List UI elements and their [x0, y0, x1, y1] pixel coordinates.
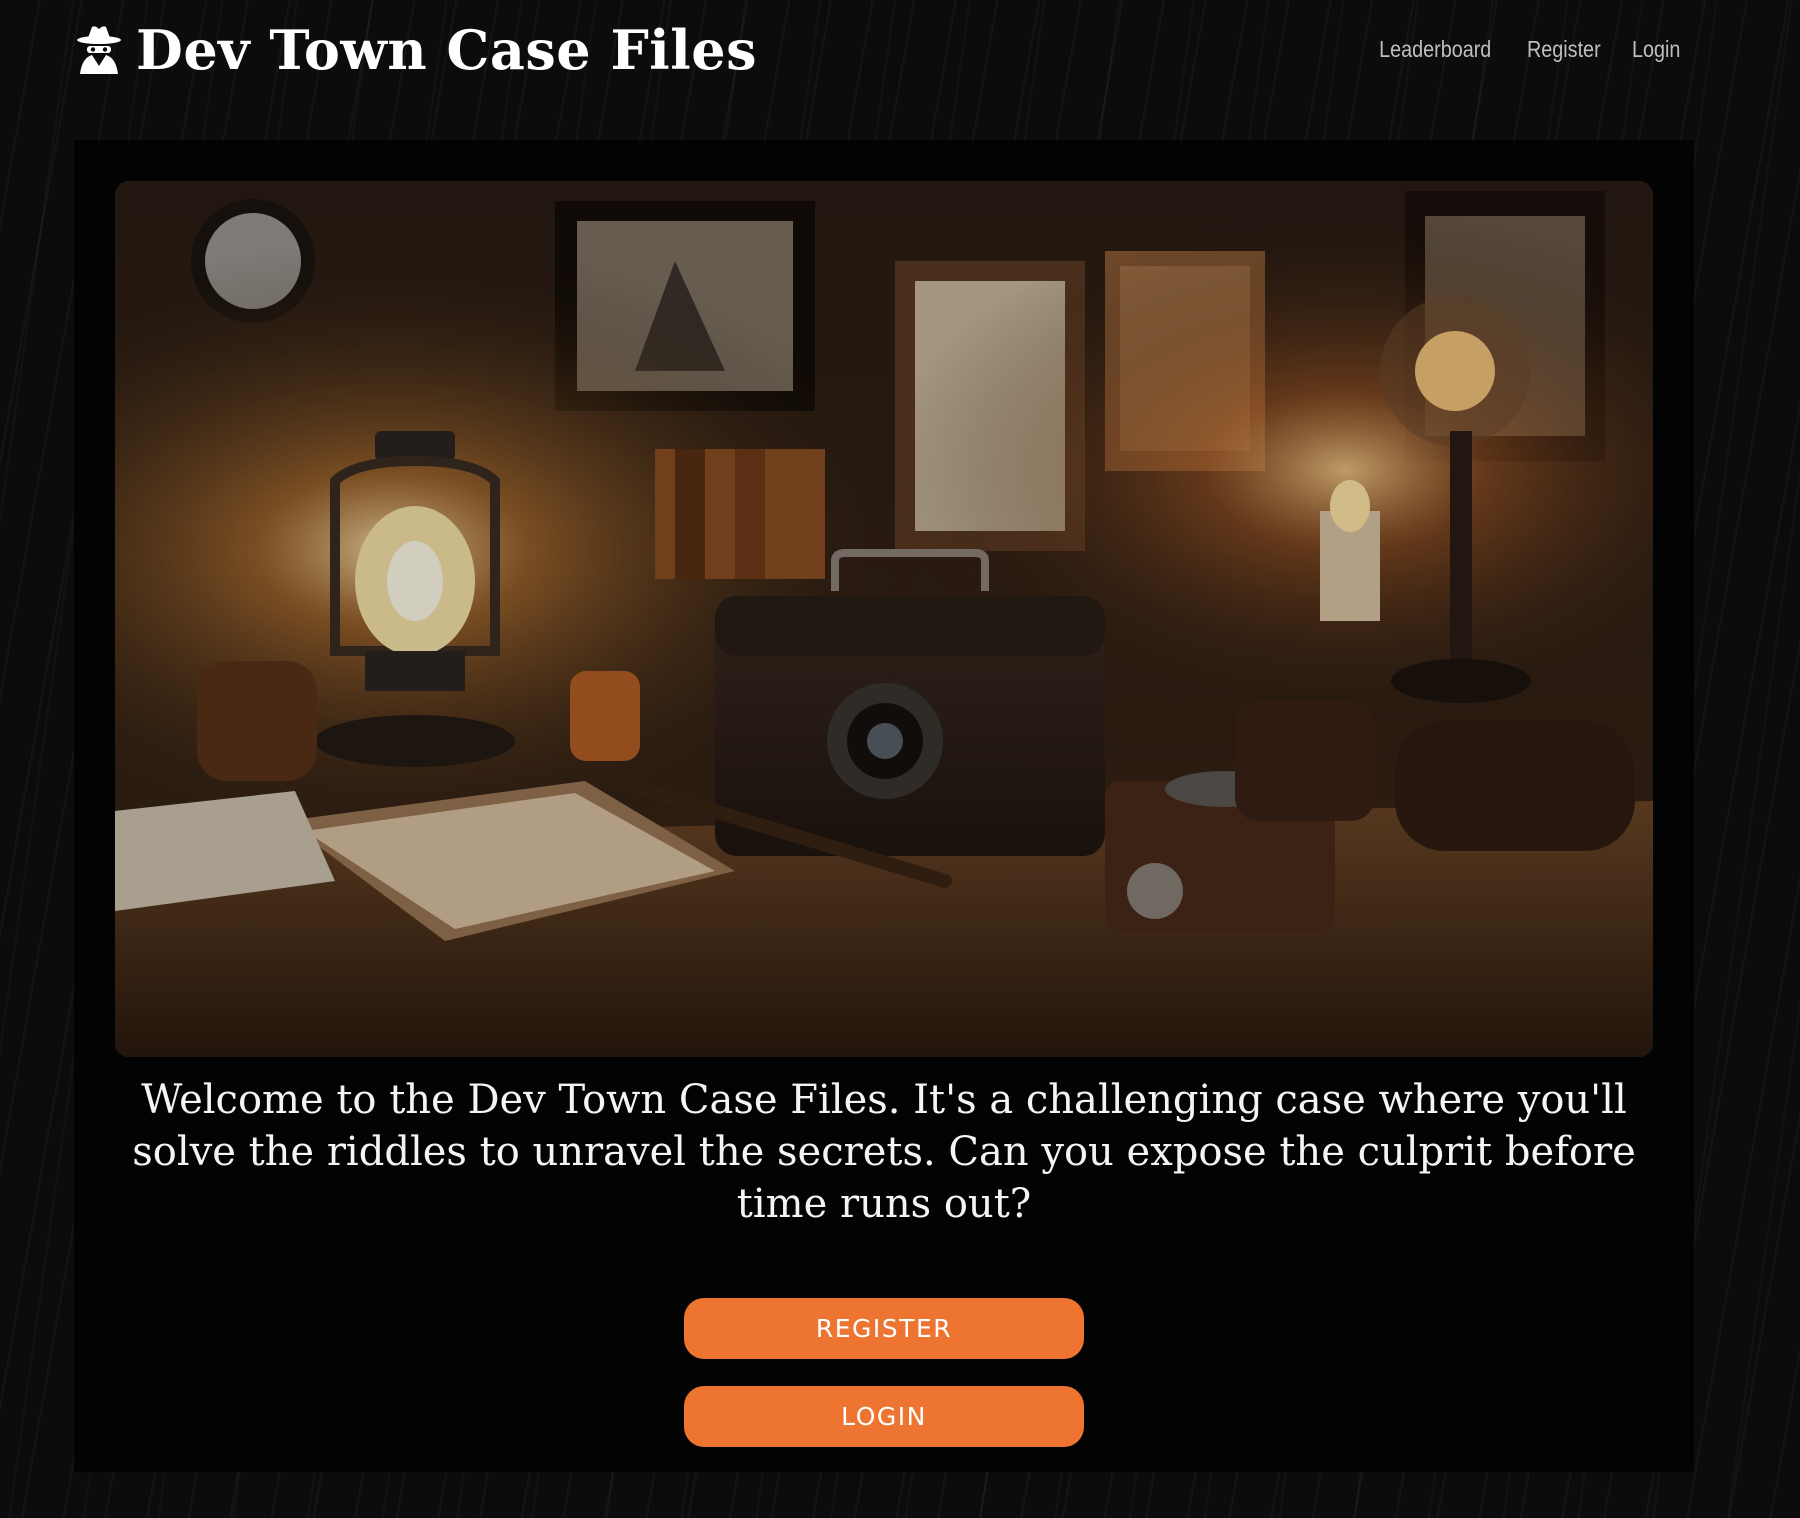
- site-header: Dev Town Case Files Leaderboard Register…: [0, 0, 1800, 110]
- site-title: Dev Town Case Files: [136, 18, 758, 82]
- nav-leaderboard-link[interactable]: Leaderboard: [1379, 36, 1491, 63]
- main-panel: Welcome to the Dev Town Case Files. It's…: [74, 140, 1694, 1472]
- top-nav: Leaderboard Register Login: [1370, 36, 1684, 63]
- register-button[interactable]: REGISTER: [684, 1298, 1084, 1359]
- login-button[interactable]: LOGIN: [684, 1386, 1084, 1447]
- nav-login-link[interactable]: Login: [1632, 36, 1680, 63]
- detective-icon: [76, 24, 122, 76]
- intro-text: Welcome to the Dev Town Case Files. It's…: [132, 1077, 1636, 1227]
- nav-register-link[interactable]: Register: [1527, 36, 1601, 63]
- hero-image: [115, 181, 1653, 1057]
- brand[interactable]: Dev Town Case Files: [76, 18, 757, 82]
